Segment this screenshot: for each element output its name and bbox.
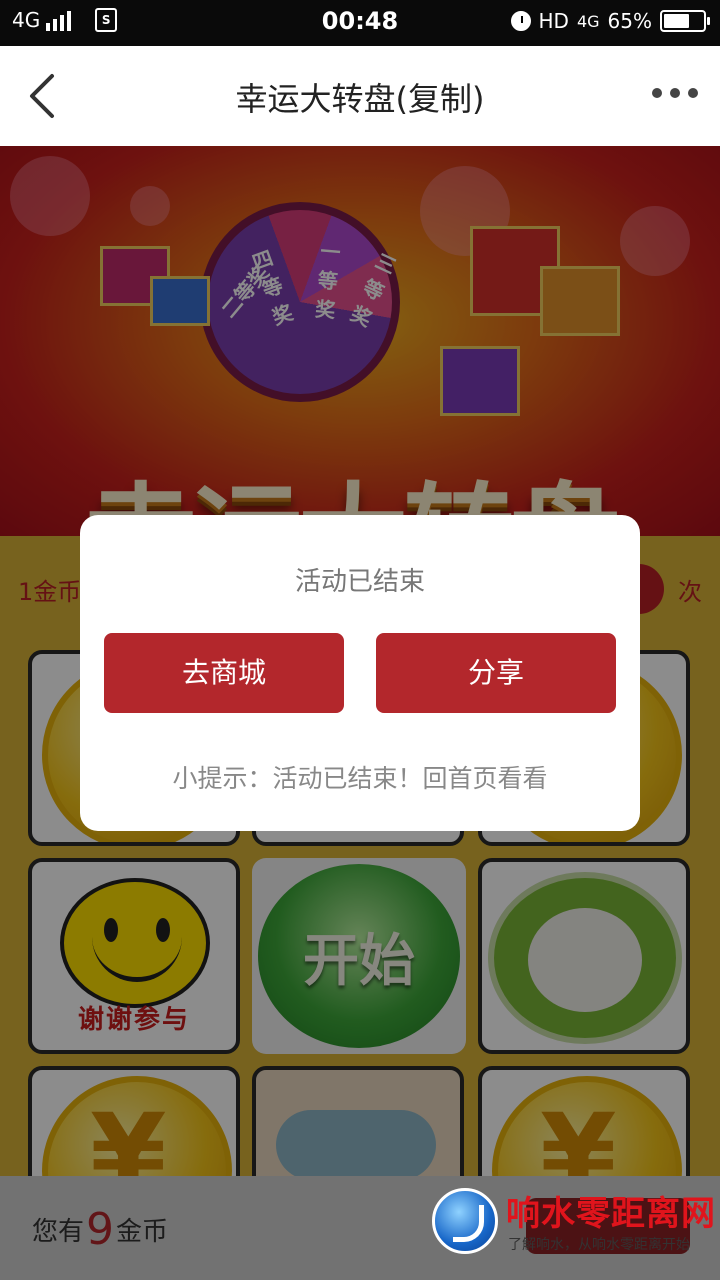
battery-icon xyxy=(660,10,710,32)
watermark-subtitle: 了解响水，从响水零距离开始 xyxy=(508,1237,690,1253)
dialog-tip: 小提示：活动已结束！回首页看看 xyxy=(172,764,548,793)
dialog-title: 活动已结束 xyxy=(294,567,425,597)
status-right: HD 4G 65% xyxy=(510,9,710,33)
network-type-right: 4G xyxy=(576,11,600,31)
share-button[interactable]: 分享 xyxy=(376,633,616,713)
watermark-logo-icon xyxy=(432,1188,498,1254)
status-bar: 4G S 00:48 HD 4G 65% xyxy=(0,0,720,46)
page-title: 幸运大转盘(复制) xyxy=(235,80,485,118)
battery-percent: 65% xyxy=(607,9,652,33)
battery-fill xyxy=(664,14,689,28)
hd-label: HD xyxy=(538,9,569,33)
activity-ended-dialog: 活动已结束 去商城 分享 小提示：活动已结束！回首页看看 xyxy=(80,515,640,831)
watermark-title: 响水零距离网 xyxy=(506,1194,716,1234)
site-watermark: 响水零距离网 了解响水，从响水零距离开始 xyxy=(430,1182,720,1278)
more-options-icon[interactable] xyxy=(652,88,698,98)
alarm-icon xyxy=(510,11,531,31)
go-to-shop-button[interactable]: 去商城 xyxy=(104,633,344,713)
nav-bar: 幸运大转盘(复制) xyxy=(0,46,720,146)
